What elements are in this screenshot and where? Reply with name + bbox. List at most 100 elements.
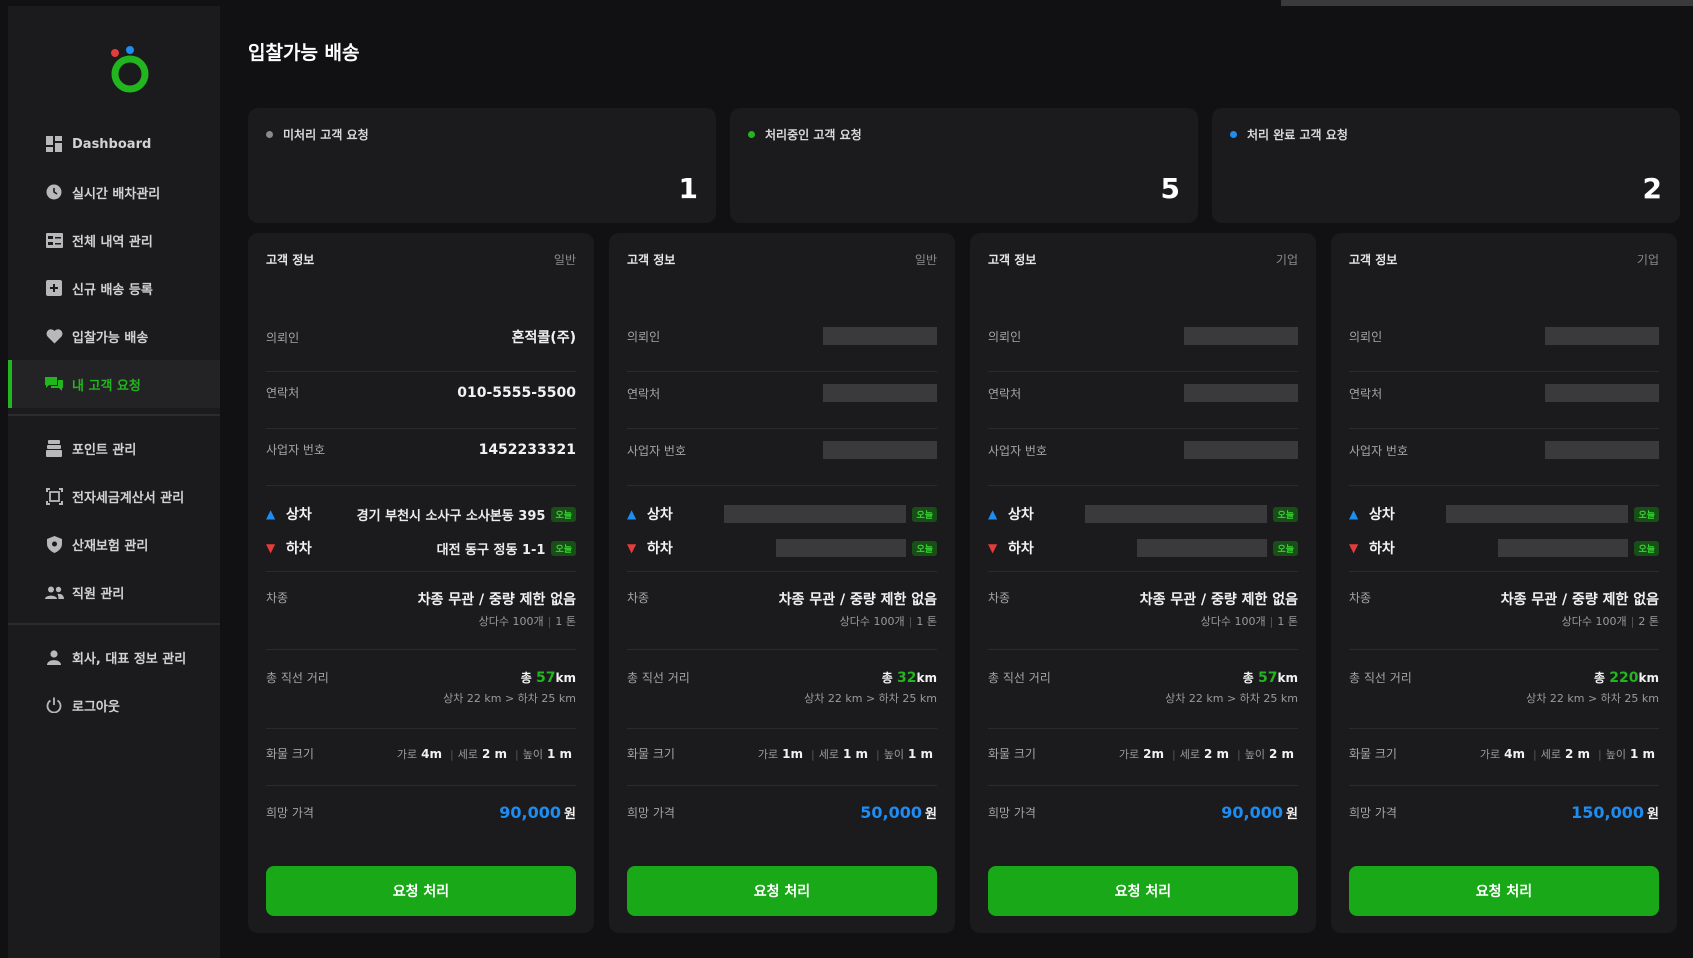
- logo-icon: [111, 46, 149, 93]
- dropoff-label: 하차: [1008, 541, 1034, 557]
- vehicle-row: 차종 차종 무관 / 중량 제한 없음 상다수 100개 | 1 톤: [627, 589, 937, 629]
- process-request-button[interactable]: 요청 처리: [627, 866, 937, 916]
- stat-label-wrap: 처리중인 고객 요청: [748, 126, 862, 143]
- stat-label: 처리 완료 고객 요청: [1247, 128, 1348, 142]
- contact-row: 연락처: [988, 384, 1298, 402]
- divider: [266, 649, 576, 650]
- masked-value: [1446, 505, 1629, 523]
- width-value: 2m: [1143, 746, 1164, 761]
- divider: [627, 428, 937, 429]
- sidebar-item-points[interactable]: 포인트 관리: [8, 424, 220, 472]
- vehicle-info: 차종 무관 / 중량 제한 없음 상다수 100개 | 1 톤: [418, 589, 576, 629]
- sidebar-item-label: 실시간 배차관리: [72, 186, 161, 202]
- cargo-size-value: 가로 2m | 세로 2 m | 높이 2 m: [1118, 746, 1294, 761]
- sidebar-divider: [8, 414, 220, 416]
- sidebar-item-logout[interactable]: 로그아웃: [8, 681, 220, 729]
- vehicle-sub: 상다수 100개 | 1 톤: [478, 615, 576, 628]
- total-label: 총: [881, 671, 893, 685]
- card-header: 고객 정보 기업: [988, 251, 1298, 268]
- today-badge: 오늘: [1273, 506, 1298, 522]
- length-label: 세로: [1540, 747, 1561, 761]
- distance-number: 32: [897, 670, 917, 686]
- sidebar-item-label: 산재보험 관리: [72, 538, 149, 554]
- sidebar-item-label: 전자세금계산서 관리: [72, 490, 185, 506]
- cargo-size-row: 화물 크기 가로 4m | 세로 2 m | 높이 1 m: [1349, 745, 1659, 762]
- total-label: 총: [1594, 671, 1606, 685]
- sidebar-item-insurance[interactable]: 산재보험 관리: [8, 520, 220, 568]
- distance-sub: 상차 22 km > 하차 25 km: [1526, 692, 1659, 705]
- biz-no-row: 사업자 번호 1452233321: [266, 441, 576, 458]
- divider: [1349, 371, 1659, 372]
- sidebar-item-biddable[interactable]: 입찰가능 배송: [8, 312, 220, 360]
- distance-row: 총 직선 거리 총 57km 상차 22 km > 하차 25 km: [266, 669, 576, 706]
- masked-value: [1184, 441, 1298, 459]
- process-request-button[interactable]: 요청 처리: [266, 866, 576, 916]
- down-triangle-icon: ▼: [627, 541, 637, 555]
- divider: [988, 371, 1298, 372]
- process-request-button[interactable]: 요청 처리: [1349, 866, 1659, 916]
- divider: [988, 428, 1298, 429]
- sidebar-item-tax-invoice[interactable]: 전자세금계산서 관리: [8, 472, 220, 520]
- divider: [627, 785, 937, 786]
- stat-label: 미처리 고객 요청: [283, 128, 369, 142]
- pickup-row: ▲ 상차 오늘: [1349, 504, 1659, 524]
- pickup-label: 상차: [1369, 507, 1395, 523]
- people-icon: [44, 582, 64, 602]
- price-value: 90,000: [499, 803, 562, 822]
- sidebar-item-dashboard[interactable]: Dashboard: [8, 120, 220, 168]
- width-label: 가로: [1118, 747, 1140, 761]
- biz-no-label: 사업자 번호: [627, 443, 687, 458]
- vehicle-label: 차종: [988, 591, 1011, 605]
- list-icon: [44, 230, 64, 250]
- status-dot: [266, 131, 273, 138]
- masked-value: [1184, 327, 1298, 345]
- height-value: 1 m: [1629, 746, 1655, 761]
- sidebar-divider: [8, 623, 220, 625]
- stat-label-wrap: 처리 완료 고객 요청: [1230, 126, 1348, 143]
- requester-label: 의뢰인: [988, 329, 1022, 344]
- chat-icon: [44, 374, 64, 394]
- masked-value: [724, 505, 907, 523]
- distance-label: 총 직선 거리: [1349, 671, 1412, 685]
- sidebar-item-my-requests[interactable]: 내 고객 요청: [8, 360, 220, 408]
- pickup-row: ▲ 상차 경기 부천시 소사구 소사본동 395 오늘: [266, 504, 576, 524]
- contact-row: 연락처: [627, 384, 937, 402]
- sidebar-item-label: 직원 관리: [72, 586, 125, 602]
- sidebar-item-new-delivery[interactable]: 신규 배송 등록: [8, 264, 220, 312]
- height-value: 1 m: [546, 746, 572, 761]
- cargo-size-row: 화물 크기 가로 2m | 세로 2 m | 높이 2 m: [988, 745, 1298, 762]
- cargo-size-label: 화물 크기: [988, 747, 1036, 761]
- divider: [1349, 485, 1659, 486]
- dashboard-icon: [44, 134, 64, 154]
- requester-label: 의뢰인: [1349, 329, 1383, 344]
- process-request-button[interactable]: 요청 처리: [988, 866, 1298, 916]
- distance-info: 총 57km 상차 22 km > 하차 25 km: [443, 669, 576, 706]
- width-value: 4m: [421, 746, 442, 761]
- vehicle-sub-weight: 1 톤: [1277, 615, 1298, 628]
- sidebar-item-company-info[interactable]: 회사, 대표 정보 관리: [8, 633, 220, 681]
- sidebar-item-history[interactable]: 전체 내역 관리: [8, 216, 220, 264]
- stat-label-wrap: 미처리 고객 요청: [266, 126, 369, 143]
- divider: [266, 485, 576, 486]
- vehicle-value: 차종 무관 / 중량 제한 없음: [417, 592, 576, 608]
- page-title: 입찰가능 배송: [248, 42, 360, 64]
- divider: [627, 571, 937, 572]
- plus-square-icon: [44, 278, 64, 298]
- requester-label: 의뢰인: [627, 329, 661, 344]
- sidebar-item-dispatch[interactable]: 실시간 배차관리: [8, 168, 220, 216]
- heart-icon: [44, 326, 64, 346]
- receipt-icon: [44, 486, 64, 506]
- stat-card-pending: 미처리 고객 요청 1: [248, 108, 716, 223]
- price-unit: 원: [1286, 807, 1298, 822]
- length-label: 세로: [1179, 747, 1200, 761]
- cargo-size-value: 가로 4m | 세로 2 m | 높이 1 m: [1479, 746, 1655, 761]
- vehicle-value: 차종 무관 / 중량 제한 없음: [1139, 592, 1298, 608]
- sidebar-item-staff[interactable]: 직원 관리: [8, 568, 220, 616]
- today-badge: 오늘: [551, 540, 576, 556]
- price-label: 희망 가격: [988, 806, 1036, 820]
- height-label: 높이: [522, 747, 543, 761]
- divider: [1349, 428, 1659, 429]
- height-value: 1 m: [907, 746, 933, 761]
- contact-label: 연락처: [1349, 386, 1383, 401]
- vehicle-row: 차종 차종 무관 / 중량 제한 없음 상다수 100개 | 1 톤: [988, 589, 1298, 629]
